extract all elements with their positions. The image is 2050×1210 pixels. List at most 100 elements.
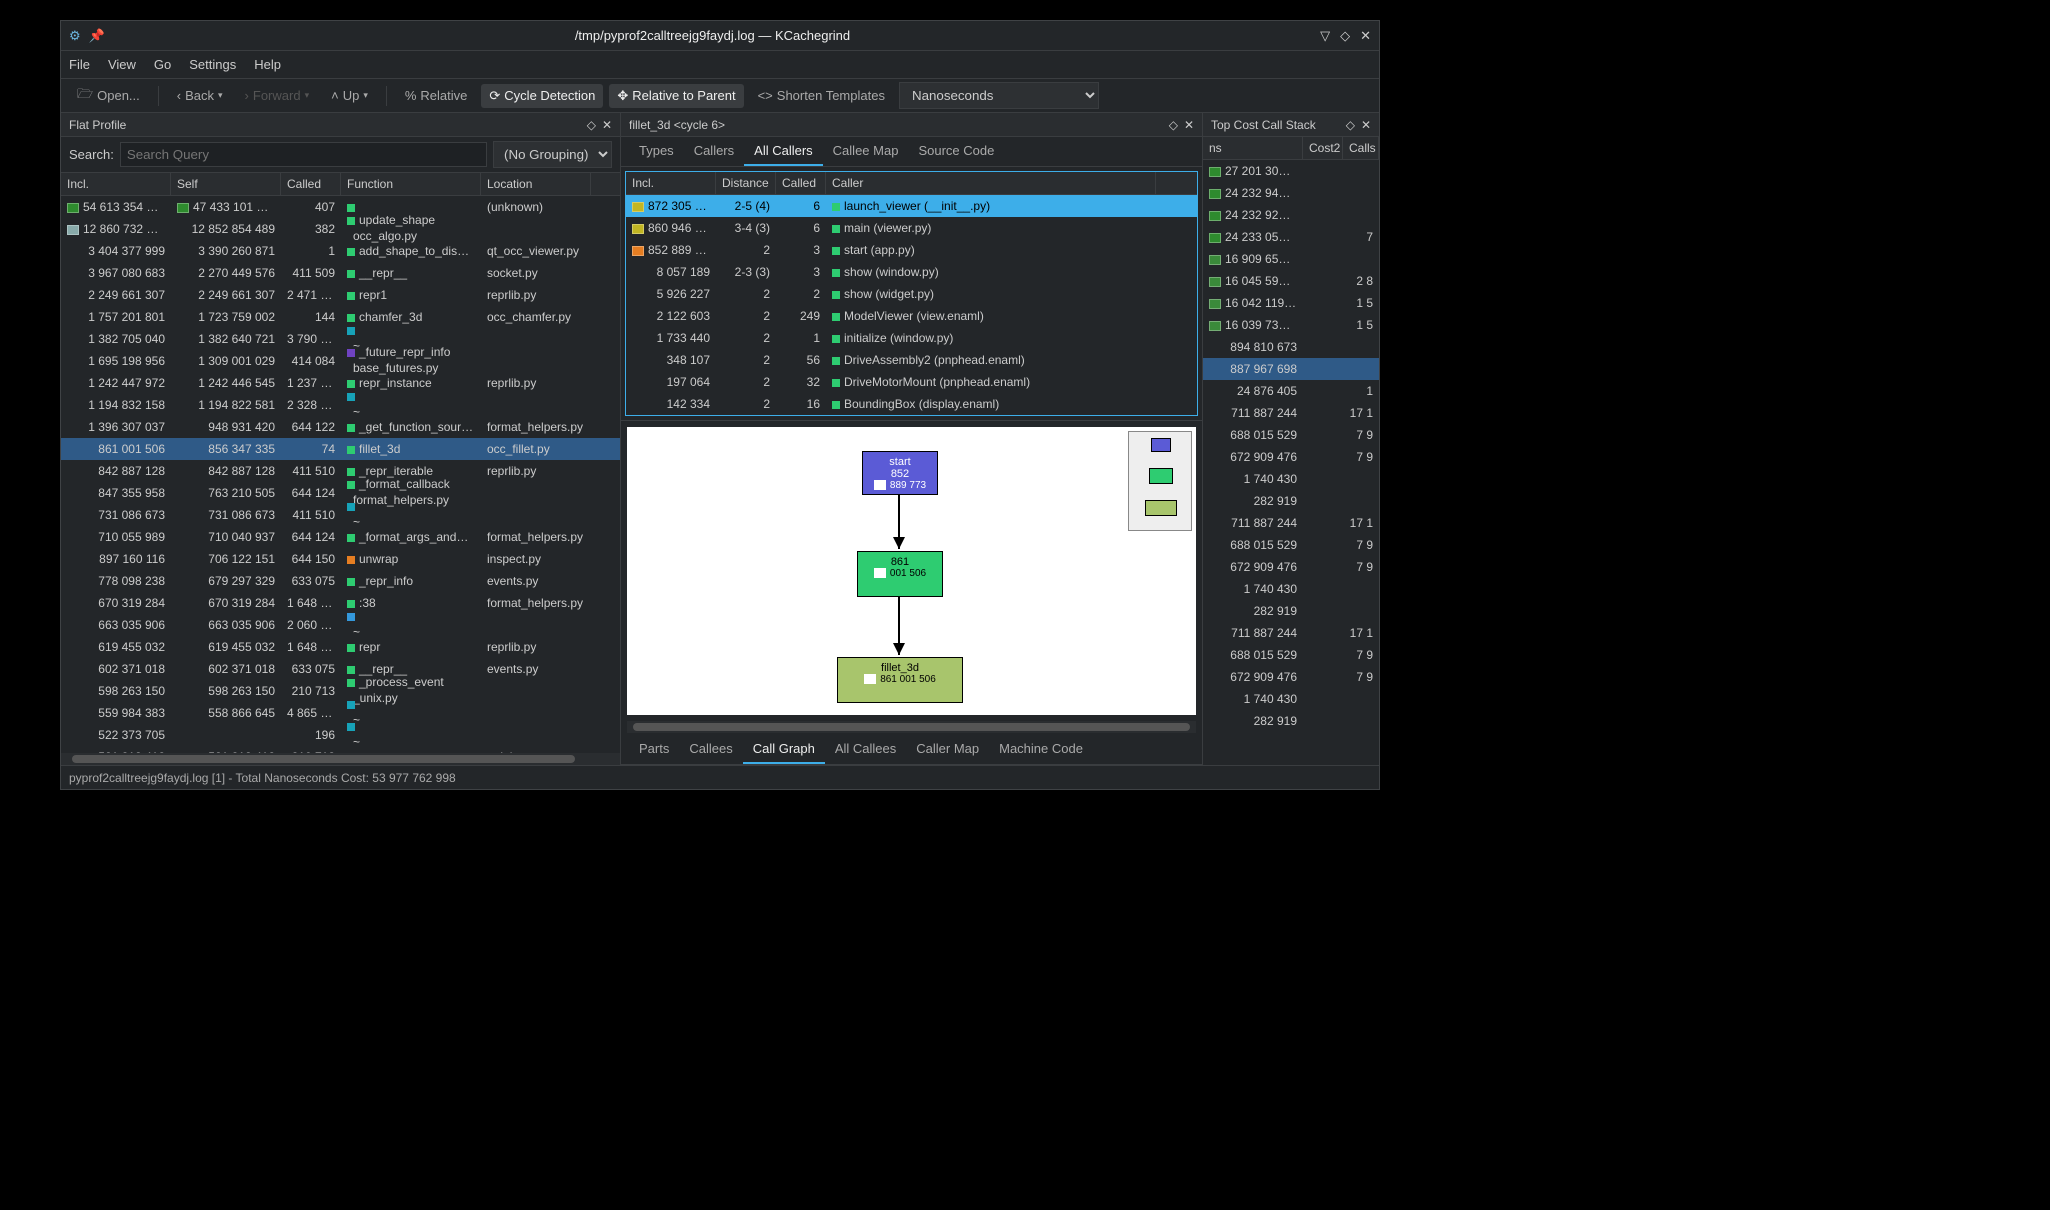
table-row[interactable]: 12 860 732 68112 852 854 489382update_sh… [61,218,620,240]
column-header[interactable]: Location [481,173,591,195]
menu-go[interactable]: Go [154,57,171,72]
table-row[interactable]: 711 887 24417 1 [1203,622,1379,644]
table-row[interactable]: 282 919 [1203,490,1379,512]
table-row[interactable]: 24 232 928 930 [1203,204,1379,226]
undock-icon[interactable]: ◇ [1169,118,1178,132]
relative-parent-button[interactable]: ✥ Relative to Parent [609,84,743,108]
open-button[interactable]: 🗁 Open... [69,81,148,111]
table-row[interactable]: 24 233 050 9977 [1203,226,1379,248]
tab-callee-map[interactable]: Callee Map [823,137,909,166]
table-row[interactable]: 731 086 673731 086 673411 510~ [61,504,620,526]
table-row[interactable]: 2 122 6032249ModelViewer (view.enaml) [626,305,1197,327]
column-header[interactable]: Caller [826,172,1156,194]
table-row[interactable]: 894 810 673 [1203,336,1379,358]
menu-settings[interactable]: Settings [189,57,236,72]
table-row[interactable]: 688 015 5297 9 [1203,424,1379,446]
table-row[interactable]: 663 035 906663 035 9062 060 284~ [61,614,620,636]
table-row[interactable]: 1 740 430 [1203,468,1379,490]
table-row[interactable]: 282 919 [1203,600,1379,622]
tab-source-code[interactable]: Source Code [908,137,1004,166]
table-row[interactable]: 861 001 506856 347 33574fillet_3d occ_fi… [61,438,620,460]
table-row[interactable]: 16 039 739 6381 5 [1203,314,1379,336]
close-icon[interactable]: ✕ [1360,28,1371,44]
table-row[interactable]: 142 334216BoundingBox (display.enaml) [626,393,1197,415]
column-header[interactable]: ns [1203,137,1303,159]
table-row[interactable]: 688 015 5297 9 [1203,644,1379,666]
table-row[interactable]: 887 967 698 [1203,358,1379,380]
column-header[interactable]: Cost2 [1303,137,1343,159]
table-row[interactable]: 672 909 4767 9 [1203,446,1379,468]
table-row[interactable]: 8 057 1892-3 (3)3show (window.py) [626,261,1197,283]
up-button[interactable]: ˄ Up ▾ [323,84,376,107]
table-row[interactable]: 282 919 [1203,710,1379,732]
table-row[interactable]: 16 909 651 551 [1203,248,1379,270]
table-row[interactable]: 619 455 032619 455 0321 648 674repr repr… [61,636,620,658]
graph-node[interactable]: fillet_3d 861 001 506 [837,657,963,703]
grouping-select[interactable]: (No Grouping) [493,141,612,168]
tab-call-graph[interactable]: Call Graph [743,735,825,764]
table-row[interactable]: 860 946 9623-4 (3)6main (viewer.py) [626,217,1197,239]
column-header[interactable]: Self [171,173,281,195]
table-row[interactable]: 197 064232DriveMotorMount (pnphead.enaml… [626,371,1197,393]
undock-icon[interactable]: ◇ [587,118,596,132]
maximize-icon[interactable]: ◇ [1340,28,1350,44]
tab-parts[interactable]: Parts [629,735,679,764]
table-row[interactable]: 24 232 949 007 [1203,182,1379,204]
table-row[interactable]: 1 396 307 037948 931 420644 122_get_func… [61,416,620,438]
tab-all-callees[interactable]: All Callees [825,735,906,764]
table-row[interactable]: 16 045 598 2692 8 [1203,270,1379,292]
table-row[interactable]: 3 404 377 9993 390 260 8711add_shape_to_… [61,240,620,262]
table-row[interactable]: 521 218 412521 218 412210 713repr__ __in… [61,746,620,753]
column-header[interactable]: Calls [1343,137,1379,159]
tab-all-callers[interactable]: All Callers [744,137,823,166]
column-header[interactable]: Distance [716,172,776,194]
tab-types[interactable]: Types [629,137,684,166]
column-header[interactable]: Incl. [61,173,171,195]
undock-icon[interactable]: ◇ [1346,118,1355,132]
table-row[interactable]: 1 733 44021initialize (window.py) [626,327,1197,349]
table-row[interactable]: 672 909 4767 9 [1203,666,1379,688]
graph-scrollbar[interactable] [627,721,1196,733]
table-row[interactable]: 711 887 24417 1 [1203,512,1379,534]
table-row[interactable]: 3 967 080 6832 270 449 576411 509__repr_… [61,262,620,284]
forward-button[interactable]: › Forward ▾ [237,84,318,107]
column-header[interactable]: Called [776,172,826,194]
table-row[interactable]: 1 695 198 9561 309 001 029414 084_future… [61,350,620,372]
menu-help[interactable]: Help [254,57,281,72]
minimize-icon[interactable]: ▽ [1320,28,1330,44]
table-row[interactable]: 778 098 238679 297 329633 075_repr_info … [61,570,620,592]
tab-callers[interactable]: Callers [684,137,744,166]
pin-icon[interactable]: 📌 [89,28,105,44]
table-row[interactable]: 24 876 4051 [1203,380,1379,402]
column-header[interactable]: Function [341,173,481,195]
cycle-detection-button[interactable]: ⟳ Cycle Detection [481,84,603,108]
menu-view[interactable]: View [108,57,136,72]
unit-select[interactable]: Nanoseconds [899,82,1099,109]
close-icon[interactable]: ✕ [602,118,612,132]
table-row[interactable]: 872 305 7412-5 (4)6launch_viewer (__init… [626,195,1197,217]
table-row[interactable]: 27 201 309 110 [1203,160,1379,182]
back-button[interactable]: ‹ Back ▾ [169,84,231,107]
table-row[interactable]: 1 740 430 [1203,578,1379,600]
table-row[interactable]: 852 889 77323start (app.py) [626,239,1197,261]
tab-callees[interactable]: Callees [679,735,742,764]
close-icon[interactable]: ✕ [1184,118,1194,132]
call-graph[interactable]: start852889 773861001 506fillet_3d 861 0… [627,427,1196,715]
tab-caller-map[interactable]: Caller Map [906,735,989,764]
menu-file[interactable]: File [69,57,90,72]
table-row[interactable]: 710 055 989710 040 937644 124_format_arg… [61,526,620,548]
column-header[interactable]: Called [281,173,341,195]
relative-button[interactable]: % Relative [397,84,476,107]
column-header[interactable]: Incl. [626,172,716,194]
search-input[interactable] [120,142,487,167]
table-row[interactable]: 16 042 119 8651 5 [1203,292,1379,314]
table-row[interactable]: 522 373 705196~ [61,724,620,746]
graph-node[interactable]: start852889 773 [862,451,938,495]
shorten-templates-button[interactable]: <> Shorten Templates [750,84,893,107]
table-row[interactable]: 5 926 22722show (widget.py) [626,283,1197,305]
table-row[interactable]: 672 909 4767 9 [1203,556,1379,578]
table-row[interactable]: 348 107256DriveAssembly2 (pnphead.enaml) [626,349,1197,371]
table-row[interactable]: 1 740 430 [1203,688,1379,710]
table-row[interactable]: 2 249 661 3072 249 661 3072 471 692repr1… [61,284,620,306]
tab-machine-code[interactable]: Machine Code [989,735,1093,764]
